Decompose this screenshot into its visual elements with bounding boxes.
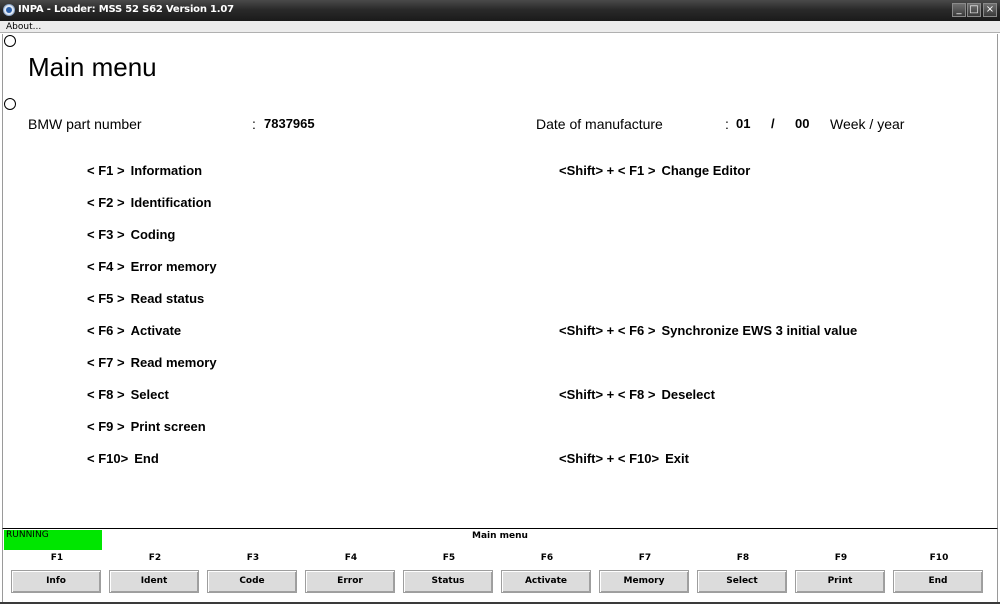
fkey-column-f8: F8 Select [697, 551, 789, 593]
menu-item-read-memory[interactable]: < F7 > Read memory [87, 355, 217, 370]
fkey-name: F7 [638, 553, 652, 563]
function-description: Activate [130, 323, 182, 338]
fkey-name: F3 [246, 553, 260, 563]
function-description: Identification [130, 195, 212, 210]
fkey-column-f9: F9 Print [795, 551, 887, 593]
end-button[interactable]: End [893, 570, 983, 593]
window-title: INPA - Loader: MSS 52 S62 Version 1.07 [18, 4, 234, 15]
fkey-column-f4: F4 Error [305, 551, 397, 593]
menu-item-information[interactable]: < F1 > Information [87, 163, 202, 178]
manufacture-year-value: 00 [795, 116, 810, 131]
function-description: Synchronize EWS 3 initial value [661, 323, 858, 338]
part-number-separator: : [252, 116, 256, 132]
menu-item-end[interactable]: < F10> End [87, 451, 159, 466]
fkey-name: F4 [344, 553, 358, 563]
manufacture-week-value: 01 [736, 116, 751, 131]
function-key-label: < F1 > [87, 163, 125, 178]
function-description: Read memory [130, 355, 217, 370]
menu-item-identification[interactable]: < F2 > Identification [87, 195, 211, 210]
fkey-column-f2: F2 Ident [109, 551, 201, 593]
status-button[interactable]: Status [403, 570, 493, 593]
function-key-label: <Shift> + < F6 > [559, 323, 656, 338]
function-description: Print screen [130, 419, 206, 434]
function-key-label: < F7 > [87, 355, 125, 370]
minimize-button[interactable]: _ [952, 3, 966, 17]
function-key-label: < F8 > [87, 387, 125, 402]
current-screen-label: Main menu [472, 531, 528, 541]
select-button[interactable]: Select [697, 570, 787, 593]
app-icon [3, 4, 15, 16]
fkey-column-f5: F5 Status [403, 551, 495, 593]
fkey-column-f3: F3 Code [207, 551, 299, 593]
menu-item-select[interactable]: < F8 > Select [87, 387, 169, 402]
function-key-label: < F5 > [87, 291, 125, 306]
fkey-column-f6: F6 Activate [501, 551, 593, 593]
menu-item-deselect[interactable]: <Shift> + < F8 > Deselect [559, 387, 715, 402]
info-button[interactable]: Info [11, 570, 101, 593]
function-description: Change Editor [661, 163, 751, 178]
page-title: Main menu [28, 52, 157, 82]
manufacture-date-unit: Week / year [830, 116, 905, 132]
function-key-label: <Shift> + < F10> [559, 451, 660, 466]
function-description: Exit [665, 451, 689, 466]
menu-item-exit[interactable]: <Shift> + < F10> Exit [559, 451, 689, 466]
error-button[interactable]: Error [305, 570, 395, 593]
menu-item-error-memory[interactable]: < F4 > Error memory [87, 259, 217, 274]
status-bar: RUNNING Main menu F1 Info F2 Ident F3 Co… [2, 528, 998, 602]
activate-button[interactable]: Activate [501, 570, 591, 593]
radio-button-2[interactable] [4, 98, 16, 110]
function-key-label: <Shift> + < F1 > [559, 163, 656, 178]
menu-bar: About... [0, 21, 1000, 33]
function-key-label: <Shift> + < F8 > [559, 387, 656, 402]
menu-item-coding[interactable]: < F3 > Coding [87, 227, 175, 242]
menu-item-synchronize-ews[interactable]: <Shift> + < F6 > Synchronize EWS 3 initia… [559, 323, 857, 338]
fkey-name: F5 [442, 553, 456, 563]
function-description: Select [130, 387, 169, 402]
function-description: End [134, 451, 159, 466]
maximize-button[interactable]: □ [967, 3, 981, 17]
fkey-name: F10 [929, 553, 949, 563]
radio-button-1[interactable] [4, 35, 16, 47]
fkey-column-f7: F7 Memory [599, 551, 691, 593]
fkey-name: F8 [736, 553, 750, 563]
function-description: Coding [130, 227, 176, 242]
manufacture-date-slash: / [771, 116, 775, 131]
print-button[interactable]: Print [795, 570, 885, 593]
part-number-value: 7837965 [264, 116, 315, 131]
title-bar: INPA - Loader: MSS 52 S62 Version 1.07 _… [0, 0, 1000, 21]
function-key-label: < F9 > [87, 419, 125, 434]
menu-item-change-editor[interactable]: <Shift> + < F1 > Change Editor [559, 163, 750, 178]
menu-item-print-screen[interactable]: < F9 > Print screen [87, 419, 206, 434]
code-button[interactable]: Code [207, 570, 297, 593]
manufacture-date-label: Date of manufacture [536, 116, 663, 132]
menu-item-activate[interactable]: < F6 > Activate [87, 323, 181, 338]
fkey-name: F1 [50, 553, 64, 563]
manufacture-date-separator: : [725, 116, 729, 132]
fkey-name: F9 [834, 553, 848, 563]
function-key-label: < F4 > [87, 259, 125, 274]
function-description: Read status [130, 291, 205, 306]
function-description: Deselect [661, 387, 715, 402]
menu-item-read-status[interactable]: < F5 > Read status [87, 291, 204, 306]
function-key-label: < F6 > [87, 323, 125, 338]
function-description: Information [130, 163, 203, 178]
function-description: Error memory [130, 259, 217, 274]
ident-button[interactable]: Ident [109, 570, 199, 593]
function-key-label: < F10> [87, 451, 129, 466]
fkey-name: F6 [540, 553, 554, 563]
fkey-column-f1: F1 Info [11, 551, 103, 593]
main-panel: Main menu BMW part number : 7837965 Date… [2, 34, 998, 528]
close-button[interactable]: × [983, 3, 997, 17]
part-number-label: BMW part number [28, 116, 142, 132]
fkey-name: F2 [148, 553, 162, 563]
memory-button[interactable]: Memory [599, 570, 689, 593]
fkey-column-f10: F10 End [893, 551, 985, 593]
function-key-label: < F2 > [87, 195, 125, 210]
menu-item-about[interactable]: About... [6, 21, 41, 33]
function-key-label: < F3 > [87, 227, 125, 242]
